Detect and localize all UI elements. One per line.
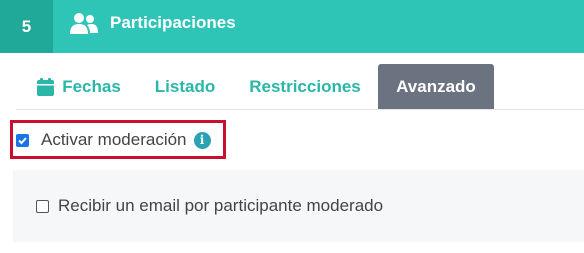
moderation-label[interactable]: Activar moderación (41, 130, 187, 150)
calendar-icon (37, 78, 55, 96)
section-header: 5 Participaciones (0, 0, 584, 53)
tab-label: Listado (154, 77, 216, 96)
users-icon (70, 13, 98, 34)
tab-bar: Fechas Listado Restricciones Avanzado (0, 64, 584, 110)
email-checkbox[interactable] (36, 199, 49, 213)
moderation-checkbox[interactable] (16, 133, 29, 147)
step-number: 5 (0, 0, 53, 53)
tab-restricciones[interactable]: Restricciones (240, 64, 370, 110)
moderation-option: Activar moderación i (16, 127, 211, 153)
checkmark-icon (18, 136, 27, 144)
tab-label: Avanzado (396, 77, 476, 96)
tab-avanzado[interactable]: Avanzado (378, 64, 494, 110)
tab-divider (16, 109, 584, 110)
tab-label: Fechas (62, 77, 121, 96)
tab-listado[interactable]: Listado (140, 64, 230, 110)
tab-fechas[interactable]: Fechas (24, 64, 134, 110)
info-icon[interactable]: i (193, 131, 211, 149)
email-option: Recibir un email por participante modera… (36, 194, 383, 218)
section-title: Participaciones (110, 13, 236, 32)
email-option-label[interactable]: Recibir un email por participante modera… (58, 196, 383, 216)
tab-label: Restricciones (249, 77, 361, 96)
